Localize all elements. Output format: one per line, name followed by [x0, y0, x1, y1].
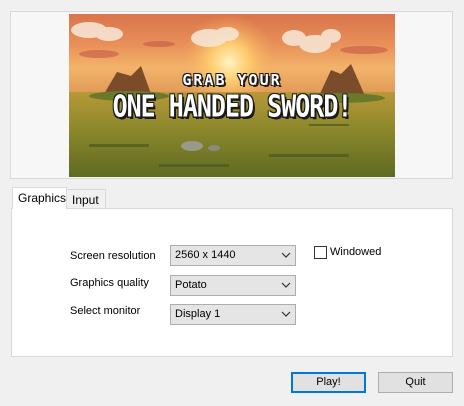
chevron-down-icon [281, 282, 291, 288]
tab-graphics[interactable]: Graphics [12, 187, 67, 209]
windowed-label: Windowed [330, 246, 382, 258]
quit-button[interactable]: Quit [378, 372, 453, 393]
graphics-quality-value: Potato [175, 279, 207, 291]
tab-input[interactable]: Input [66, 189, 106, 209]
tab-graphics-label: Graphics [18, 191, 67, 205]
banner-title-line1: GRAB YOUR [182, 71, 282, 89]
chevron-down-icon [281, 311, 291, 317]
chevron-down-icon [281, 252, 291, 258]
game-banner-image: GRAB YOUR ONE HANDED SWORD! [69, 14, 395, 177]
tab-input-label: Input [72, 193, 99, 207]
graphics-quality-label: Graphics quality [70, 277, 149, 289]
screen-resolution-value: 2560 x 1440 [175, 249, 236, 261]
banner-title-line2: ONE HANDED SWORD! [112, 89, 353, 124]
windowed-checkbox[interactable] [314, 246, 327, 259]
select-monitor-value: Display 1 [175, 308, 221, 320]
screen-resolution-select[interactable]: 2560 x 1440 [170, 245, 296, 266]
graphics-quality-select[interactable]: Potato [170, 275, 296, 296]
screen-resolution-label: Screen resolution [70, 250, 156, 262]
select-monitor-select[interactable]: Display 1 [170, 304, 296, 325]
play-button[interactable]: Play! [291, 372, 366, 393]
select-monitor-label: Select monitor [70, 305, 141, 317]
